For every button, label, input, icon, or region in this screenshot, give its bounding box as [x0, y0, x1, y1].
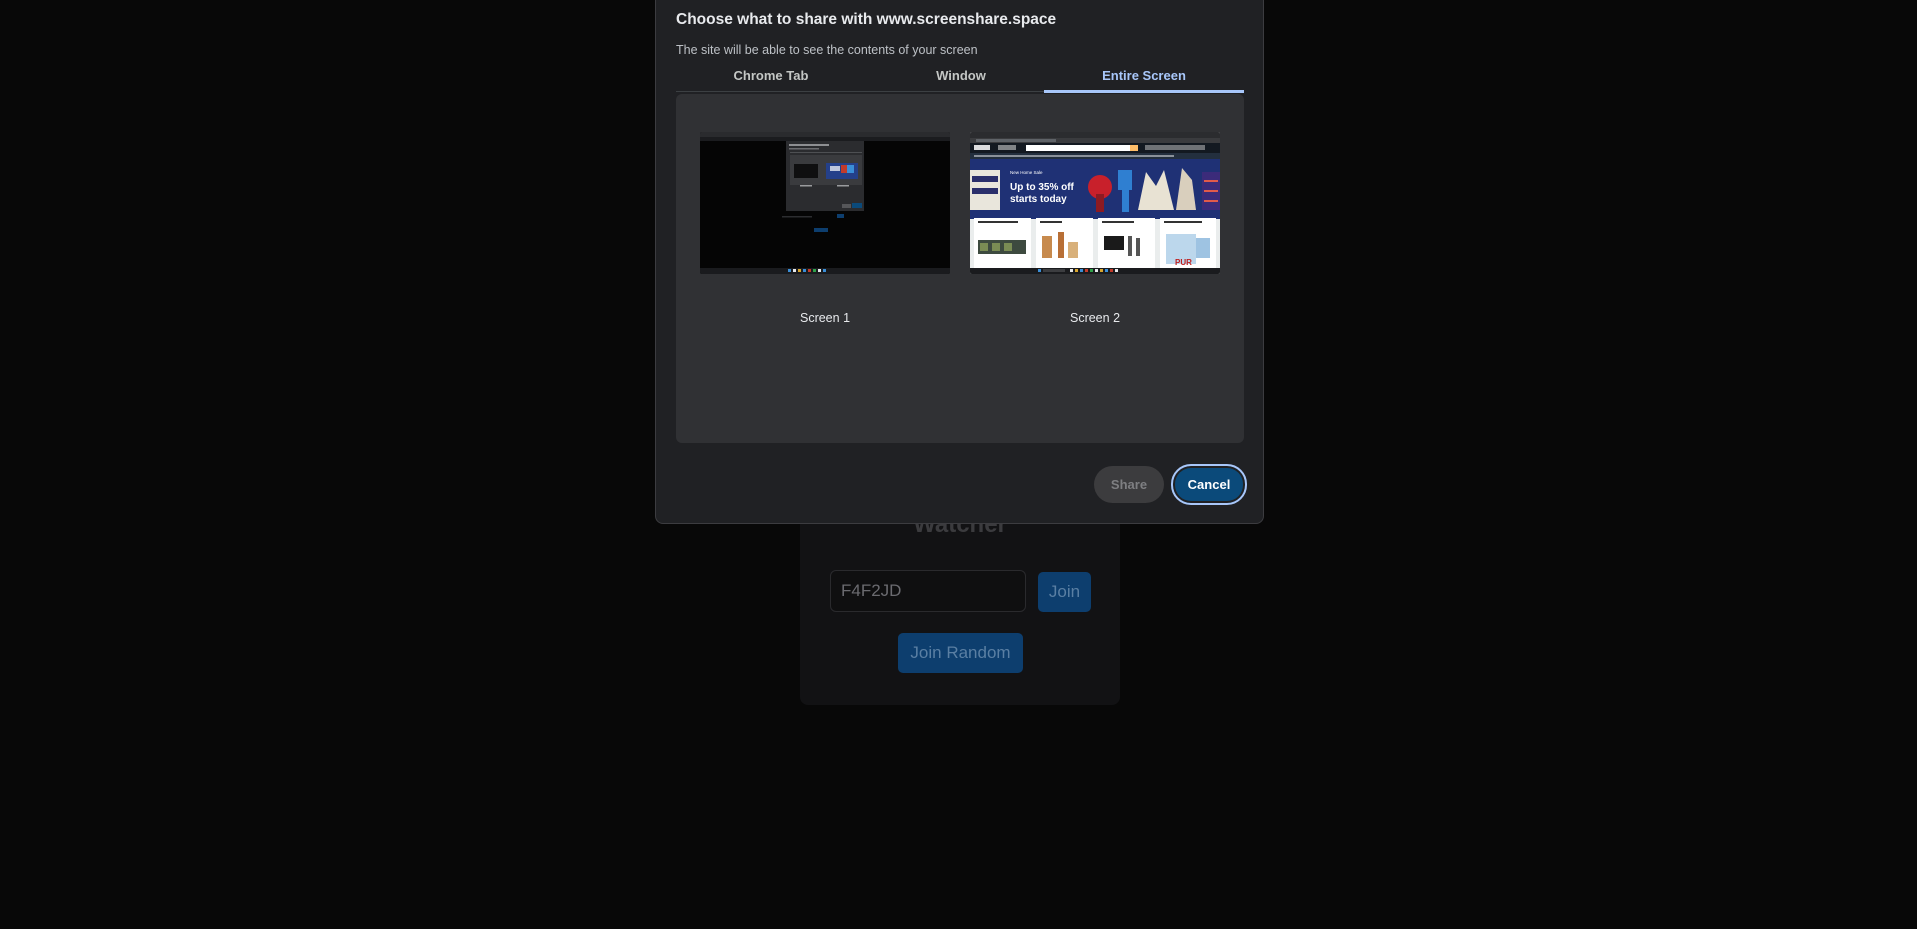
screen-1-thumbnail [700, 132, 950, 274]
screen-option-1[interactable]: Screen 1 [700, 132, 950, 332]
share-dialog: Choose what to share with www.screenshar… [655, 0, 1264, 524]
promo-text-line1: Up to 35% off [1010, 182, 1075, 193]
room-code-input[interactable] [830, 570, 1026, 612]
tab-bar: Chrome Tab Window Entire Screen [676, 61, 1244, 93]
dialog-title: Choose what to share with www.screenshar… [676, 11, 1057, 28]
tab-entire-screen[interactable]: Entire Screen [1044, 61, 1244, 91]
screen-2-thumbnail: New Home Sale Up to 35% off starts today [970, 132, 1220, 274]
join-button[interactable]: Join [1038, 572, 1091, 612]
cancel-button[interactable]: Cancel [1171, 464, 1247, 505]
join-random-button[interactable]: Join Random [898, 633, 1023, 673]
promo-text-line2: starts today [1010, 194, 1067, 205]
screen-1-preview-image [700, 132, 950, 274]
share-button[interactable]: Share [1094, 466, 1164, 503]
screen-option-2[interactable]: New Home Sale Up to 35% off starts today [970, 132, 1220, 332]
svg-text:New Home Sale: New Home Sale [1010, 170, 1043, 175]
tab-window[interactable]: Window [866, 61, 1056, 91]
active-tab-indicator [1044, 90, 1244, 93]
screen-2-preview-image: New Home Sale Up to 35% off starts today [970, 132, 1220, 274]
screen-1-label: Screen 1 [799, 311, 851, 325]
screen-list-panel: Screen 1 New Home Sale Up to 35% off sta… [676, 94, 1244, 443]
watcher-card: Watcher Join Join Random [800, 505, 1120, 705]
svg-text:PUR: PUR [1175, 258, 1192, 267]
page: Watcher Join Join Random Choose what to … [0, 0, 1917, 929]
tab-chrome-tab[interactable]: Chrome Tab [676, 61, 866, 91]
dialog-subtitle: The site will be able to see the content… [676, 43, 978, 57]
screen-2-label: Screen 2 [1069, 311, 1121, 325]
